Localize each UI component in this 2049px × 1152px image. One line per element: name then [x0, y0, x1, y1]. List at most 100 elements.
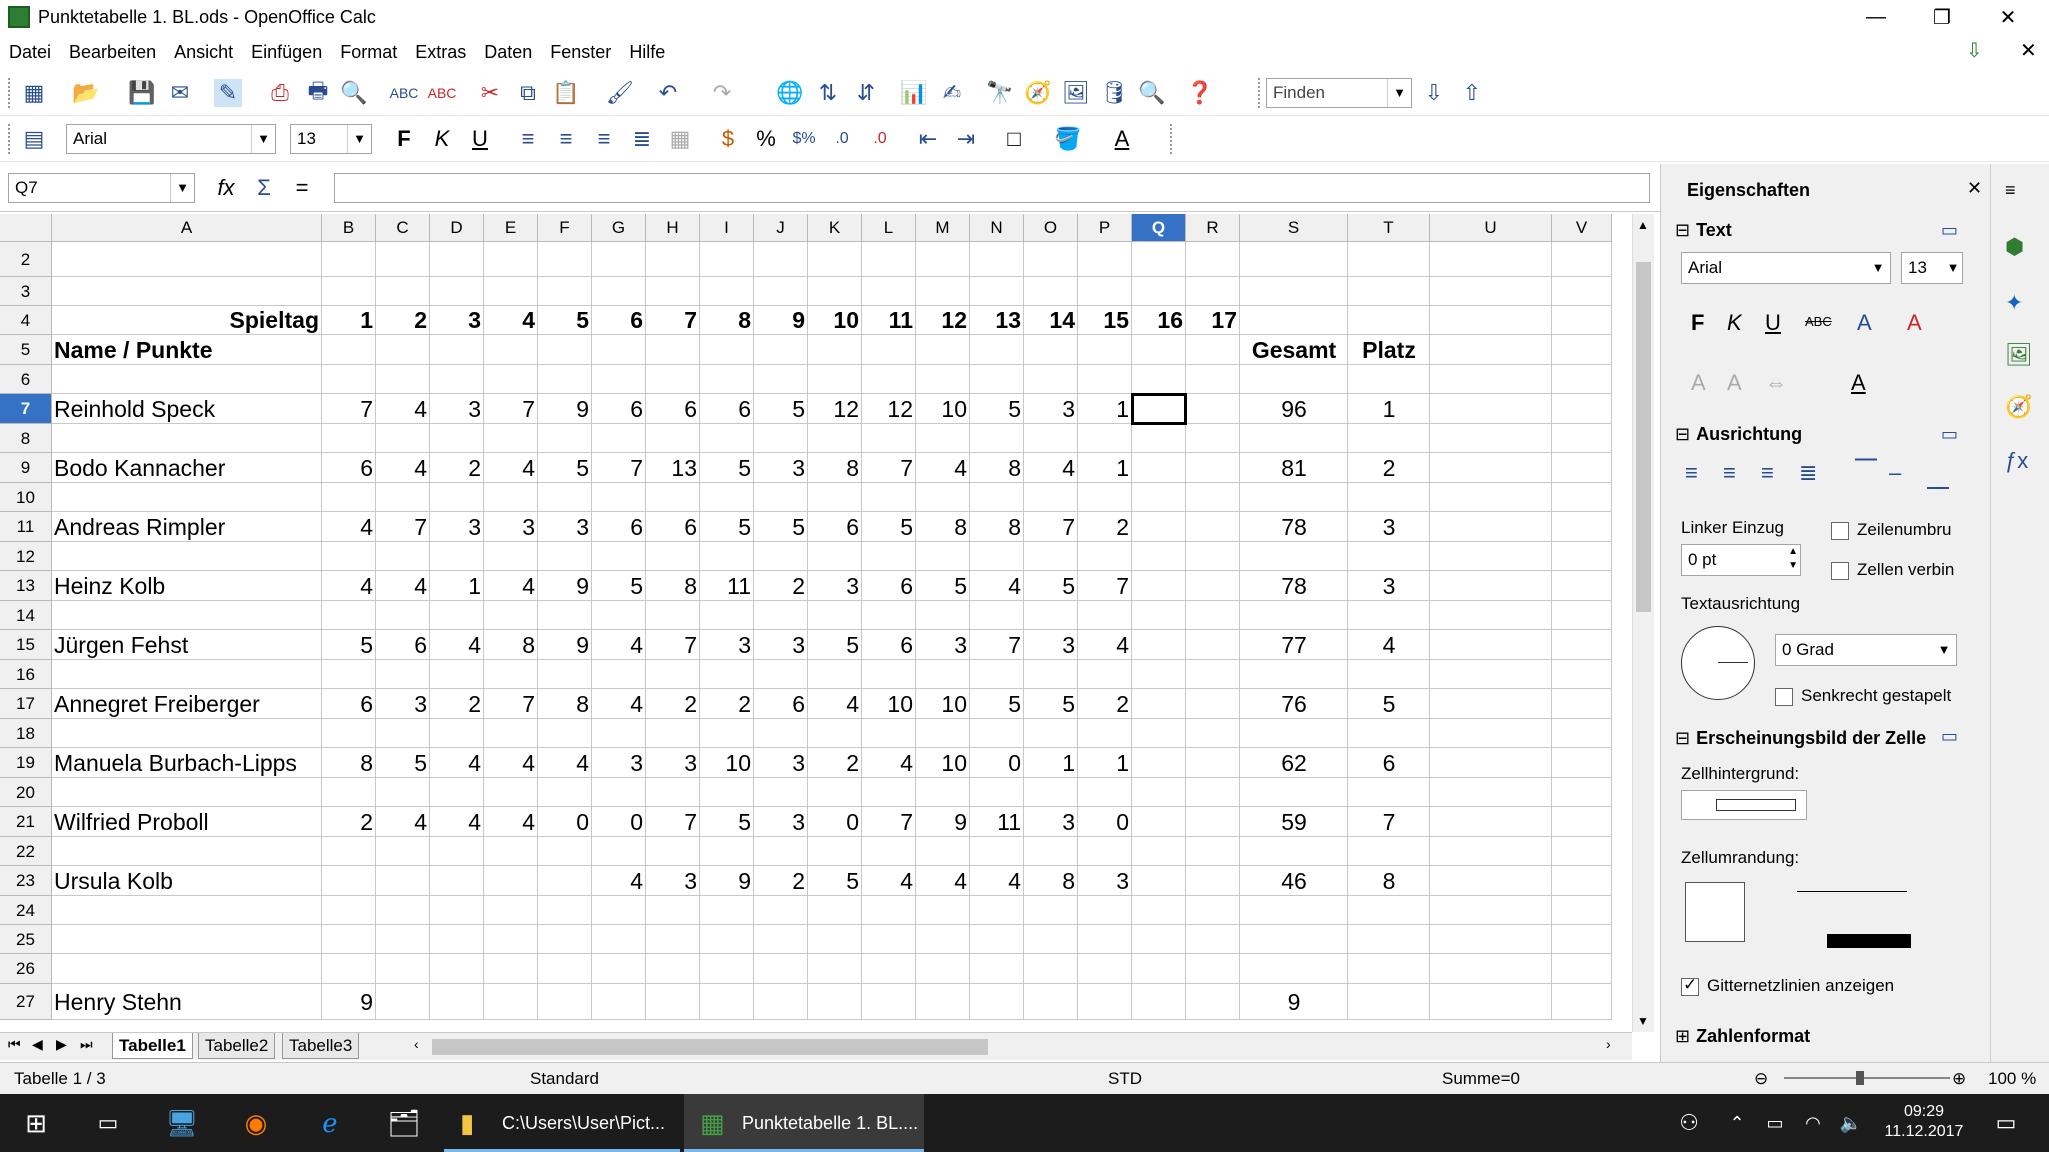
minimize-icon[interactable]: — — [1843, 0, 1909, 34]
cell[interactable]: 4 — [592, 630, 646, 660]
cell[interactable]: 4 — [1078, 630, 1132, 660]
cell[interactable]: 2 — [808, 748, 862, 778]
align-left-icon[interactable]: ≡ — [514, 125, 542, 153]
border-line-style[interactable] — [1787, 876, 1931, 906]
cell[interactable]: 9 — [916, 807, 970, 837]
row-header[interactable]: 26 — [0, 954, 52, 984]
column-header[interactable]: S — [1240, 214, 1348, 242]
row-header[interactable]: 24 — [0, 896, 52, 925]
sidebar-grow-font-icon[interactable]: A — [1907, 310, 1922, 336]
cell[interactable]: 7 — [484, 394, 538, 424]
sidebar-bold-icon[interactable]: F — [1691, 310, 1704, 336]
cell[interactable]: 12 — [808, 394, 862, 424]
cell[interactable]: 4 — [376, 394, 430, 424]
row-header[interactable]: 22 — [0, 837, 52, 866]
cell[interactable]: 4 — [592, 689, 646, 719]
first-sheet-icon[interactable]: ⏮ — [8, 1036, 21, 1053]
cell[interactable]: 7 — [646, 807, 700, 837]
sidebar-align-right-icon[interactable]: ≡ — [1761, 460, 1774, 486]
cell[interactable]: 5 — [862, 512, 916, 542]
italic-icon[interactable]: K — [428, 125, 456, 153]
cell[interactable]: 1 — [1024, 748, 1078, 778]
sort-ascending-icon[interactable]: ⇅ — [814, 79, 842, 107]
cell[interactable]: 4 — [430, 630, 484, 660]
sidebar-font-color-icon[interactable]: A — [1851, 370, 1866, 396]
cell[interactable]: 4 — [916, 866, 970, 896]
cell[interactable]: 3 — [754, 453, 808, 483]
merge-cells-icon[interactable]: ▦ — [666, 125, 694, 153]
cell[interactable]: 13 — [646, 453, 700, 483]
menu-item[interactable]: Bearbeiten — [60, 36, 165, 68]
cell[interactable]: 4 — [376, 453, 430, 483]
cell[interactable]: 4 — [808, 689, 862, 719]
cell[interactable]: 3 — [538, 512, 592, 542]
cell[interactable]: 5 — [700, 807, 754, 837]
cell[interactable]: 7 — [862, 453, 916, 483]
horizontal-scrollbar[interactable] — [432, 1039, 988, 1055]
sidebar-superscript-icon[interactable]: A — [1691, 370, 1706, 396]
cell[interactable]: 4 — [430, 807, 484, 837]
sidebar-valign-center-icon[interactable]: – — [1889, 460, 1901, 486]
sidebar-spacing-icon[interactable]: ⇔ — [1765, 370, 1787, 396]
notification-icon[interactable]: ▭ — [1976, 1094, 2036, 1152]
indent-field[interactable]: 0 pt ▲ ▼ — [1681, 544, 1801, 576]
cell[interactable]: 0 — [592, 807, 646, 837]
cell[interactable]: 7 — [484, 689, 538, 719]
column-header[interactable]: Q — [1132, 214, 1186, 242]
cell-background-picker[interactable] — [1681, 790, 1807, 820]
row-header[interactable]: 13 — [0, 571, 52, 601]
cell[interactable]: 5 — [376, 748, 430, 778]
row-header[interactable]: 20 — [0, 778, 52, 807]
percent-format-icon[interactable]: % — [752, 125, 780, 153]
cell[interactable]: 3 — [646, 866, 700, 896]
row-header[interactable]: 25 — [0, 925, 52, 954]
cell[interactable]: 8 — [700, 306, 754, 335]
cell[interactable]: 3 — [754, 630, 808, 660]
menu-item[interactable]: Fenster — [541, 36, 620, 68]
cell[interactable]: 6 — [700, 394, 754, 424]
cell[interactable]: 4 — [484, 748, 538, 778]
new-icon[interactable]: ▦ — [20, 79, 48, 107]
zoom-out-icon[interactable]: ⊖ — [1754, 1069, 1768, 1089]
add-decimal-icon[interactable]: .0 — [828, 125, 856, 153]
taskbar-explorer[interactable]: ▮ C:\Users\User\Pict... — [444, 1094, 680, 1152]
cell[interactable]: 3 — [916, 630, 970, 660]
cell[interactable]: 7 — [376, 512, 430, 542]
functions-deck-icon[interactable]: ƒx — [2005, 448, 2028, 474]
column-header[interactable]: C — [376, 214, 430, 242]
orientation-combo[interactable]: 0 Grad ▼ — [1775, 634, 1957, 666]
cell[interactable]: 3 — [430, 306, 484, 335]
cell[interactable]: 4 — [322, 571, 376, 601]
zoom-level[interactable]: 100 % — [1988, 1069, 2036, 1089]
select-all-corner[interactable] — [0, 214, 52, 242]
cell[interactable]: 2 — [700, 689, 754, 719]
column-header[interactable]: L — [862, 214, 916, 242]
font-name-combo[interactable]: Arial ▼ — [66, 124, 276, 154]
cell[interactable]: 11 — [862, 306, 916, 335]
underline-icon[interactable]: U — [466, 125, 494, 153]
volume-icon[interactable]: 🔈 — [1834, 1094, 1868, 1152]
cell[interactable]: 5 — [1348, 689, 1430, 719]
zoom-slider[interactable] — [1784, 1077, 1950, 1079]
cell[interactable]: 10 — [916, 748, 970, 778]
sidebar-align-center-icon[interactable]: ≡ — [1723, 460, 1736, 486]
menu-item[interactable]: Einfügen — [242, 36, 331, 68]
cell[interactable]: 2 — [646, 689, 700, 719]
tray-expand-icon[interactable]: ⌃ — [1720, 1094, 1754, 1152]
row-header[interactable]: 21 — [0, 807, 52, 837]
cell[interactable]: 5 — [322, 630, 376, 660]
cell[interactable]: Heinz Kolb — [52, 571, 322, 601]
cell[interactable]: 7 — [862, 807, 916, 837]
orientation-dial[interactable] — [1681, 626, 1755, 700]
column-header[interactable]: T — [1348, 214, 1430, 242]
cell[interactable]: 3 — [1024, 630, 1078, 660]
cell[interactable]: 1 — [430, 571, 484, 601]
cell[interactable]: 9 — [538, 571, 592, 601]
cell[interactable]: 8 — [646, 571, 700, 601]
row-header[interactable]: 6 — [0, 365, 52, 394]
zoom-icon[interactable]: 🔍 — [1138, 79, 1166, 107]
cell-appearance-section[interactable]: Erscheinungsbild der Zelle — [1675, 728, 1926, 749]
cell[interactable]: 1 — [1348, 394, 1430, 424]
cell[interactable]: 3 — [754, 807, 808, 837]
cut-icon[interactable]: ✂ — [476, 79, 504, 107]
